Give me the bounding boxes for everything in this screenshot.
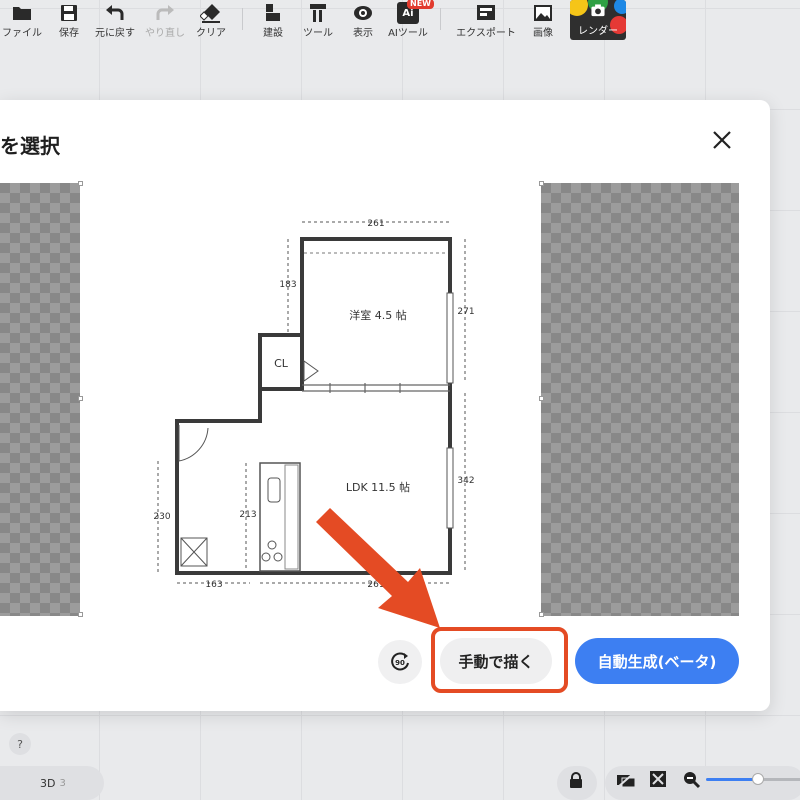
main-toolbar: ファイル 保存 元に戻す やり直し クリア 建設 ツール 表示 Ai NEW A… [0,0,800,44]
rotate-icon: 90 [391,652,409,671]
help-button[interactable]: ? [9,733,31,755]
export-icon [477,5,495,20]
export-menu-button[interactable]: エクスポート [452,0,520,42]
render-blob [570,0,588,16]
dimension-label: 183 [279,280,296,290]
close-icon [713,131,731,149]
room-label-closet: CL [274,357,289,370]
eye-icon [354,6,372,20]
undo-button[interactable]: 元に戻す [92,0,138,42]
view-mode-shortcut: 3 [59,777,66,789]
dimension-label: 163 [205,580,222,590]
ai-icon: Ai NEW [397,0,434,24]
toolbar-divider [440,8,441,30]
layers-hidden-icon[interactable] [616,772,636,788]
tools-icon [310,4,326,22]
save-button[interactable]: 保存 [54,0,84,42]
room-label-ldk: LDK 11.5 帖 [346,481,410,494]
render-button[interactable]: レンダー [570,0,626,40]
dimension-label: 271 [457,307,474,317]
build-menu-button[interactable]: 建設 [258,0,288,42]
view-menu-button[interactable]: 表示 [348,0,378,42]
room-label-bedroom: 洋室 4.5 帖 [349,308,407,322]
save-icon [61,5,77,21]
ai-tools-menu-button[interactable]: Ai NEW AIツール [385,0,434,42]
toolbar-divider [242,8,243,30]
view-mode-toggle[interactable]: 3D 3 [0,766,104,800]
eraser-icon [200,4,220,23]
zoom-out-icon[interactable] [683,771,701,789]
clear-button[interactable]: クリア [194,0,228,42]
file-menu-button[interactable]: ファイル [0,0,44,42]
dimension-label: 230 [153,512,170,522]
image-menu-button[interactable]: 画像 [528,0,558,42]
redo-icon [156,5,174,20]
camera-icon [591,4,605,17]
image-icon [534,5,552,21]
zoom-slider-handle[interactable] [752,773,764,785]
render-blob [614,0,626,14]
new-badge: NEW [407,0,434,9]
dialog-title: 画像を選択 [0,134,60,158]
fit-view-icon[interactable] [650,771,666,787]
svg-text:90: 90 [395,659,405,667]
zoom-slider-track[interactable] [762,778,800,781]
undo-icon [106,5,124,20]
redo-button[interactable]: やり直し [142,0,188,42]
draw-manually-button[interactable]: 手動で描く [440,638,552,684]
tools-menu-button[interactable]: ツール [298,0,338,42]
transparent-area-right [541,183,739,616]
dimension-label: 261 [367,219,384,229]
rotate-button[interactable]: 90 [378,640,422,684]
lock-icon[interactable] [569,772,583,788]
dimension-label: 213 [239,510,256,520]
annotation-arrow [316,508,440,628]
dimension-label: 342 [457,476,474,486]
view-mode-label: 3D [40,776,56,790]
build-icon [266,4,280,21]
close-button[interactable] [706,124,738,156]
auto-generate-button[interactable]: 自動生成(ベータ) [575,638,739,684]
folder-icon [13,7,31,20]
transparent-area-left [0,183,80,616]
